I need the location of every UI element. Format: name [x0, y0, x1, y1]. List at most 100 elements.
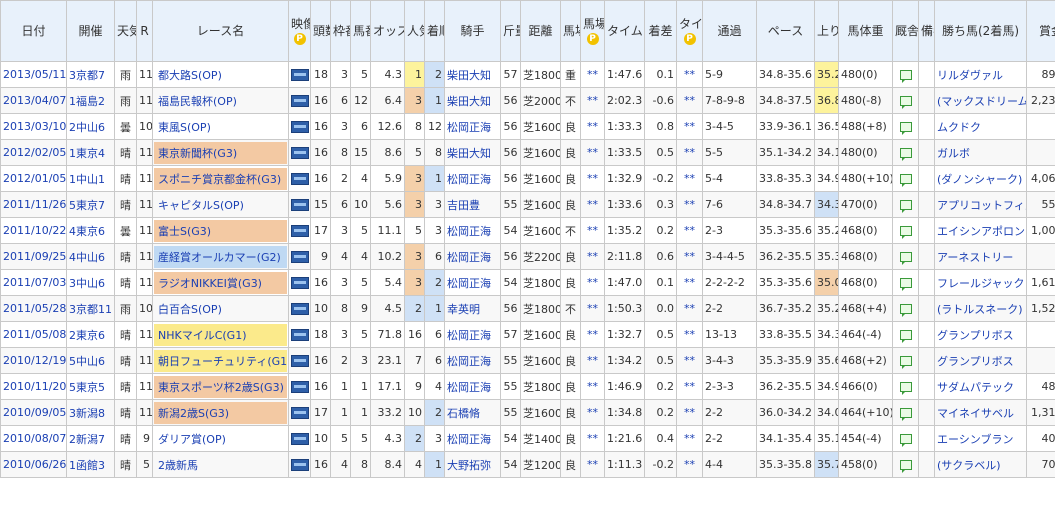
- race-name-link[interactable]: 東京新聞杯(G3): [154, 141, 287, 164]
- date-link[interactable]: 2010/08/07: [3, 432, 66, 445]
- race-name-link[interactable]: 東京スポーツ杯2歳S(G3): [154, 375, 287, 398]
- col-race-no[interactable]: R: [136, 0, 153, 62]
- venue-link[interactable]: 3中山6: [69, 277, 105, 290]
- jockey-link[interactable]: 松岡正海: [447, 381, 491, 394]
- col-pace[interactable]: ペース: [756, 0, 815, 62]
- race-name-link[interactable]: 東風S(OP): [154, 116, 287, 138]
- going-index-cell[interactable]: **: [580, 321, 605, 348]
- race-name-link[interactable]: 新潟2歳S(G3): [154, 401, 287, 424]
- date-link[interactable]: 2011/05/08: [3, 328, 66, 341]
- comment-icon[interactable]: [899, 408, 912, 421]
- comment-icon[interactable]: [899, 304, 912, 317]
- comment-icon[interactable]: [899, 278, 912, 291]
- comment-icon[interactable]: [899, 356, 912, 369]
- race-name-link[interactable]: NHKマイルC(G1): [154, 323, 287, 346]
- col-margin[interactable]: 着差: [644, 0, 677, 62]
- time-index-cell[interactable]: **: [676, 321, 703, 348]
- winner-link[interactable]: マイネイサベル: [937, 407, 1014, 420]
- jockey-link[interactable]: 吉田豊: [447, 199, 480, 212]
- col-winner[interactable]: 勝ち馬(2着馬): [934, 0, 1027, 62]
- going-index-cell[interactable]: **: [580, 399, 605, 426]
- jockey-link[interactable]: 松岡正海: [447, 173, 491, 186]
- winner-link[interactable]: グランプリボス: [937, 329, 1014, 342]
- col-passing[interactable]: 通過: [702, 0, 757, 62]
- winner-link[interactable]: (ダノンシャーク): [937, 173, 1022, 186]
- date-link[interactable]: 2010/12/19: [3, 354, 66, 367]
- date-link[interactable]: 2012/02/05: [3, 146, 66, 159]
- comment-icon[interactable]: [899, 330, 912, 343]
- video-icon[interactable]: [291, 147, 309, 159]
- jockey-link[interactable]: 松岡正海: [447, 433, 491, 446]
- winner-link[interactable]: アーネストリー: [937, 251, 1013, 264]
- date-link[interactable]: 2010/11/20: [3, 380, 66, 393]
- going-index-cell[interactable]: **: [580, 87, 605, 114]
- col-time-index[interactable]: タイム指数P: [676, 0, 703, 62]
- jockey-link[interactable]: 松岡正海: [447, 277, 491, 290]
- winner-link[interactable]: サダムパテック: [937, 381, 1014, 394]
- race-name-link[interactable]: 都大路S(OP): [154, 64, 287, 86]
- venue-link[interactable]: 2東京6: [69, 329, 105, 342]
- comment-icon[interactable]: [899, 226, 912, 239]
- winner-link[interactable]: エーシンブラン: [937, 433, 1013, 446]
- video-icon[interactable]: [291, 173, 309, 185]
- going-index-cell[interactable]: **: [580, 451, 605, 478]
- going-index-cell[interactable]: **: [580, 139, 605, 166]
- going-index-cell[interactable]: **: [580, 295, 605, 322]
- race-name-link[interactable]: 産経賞オールカマー(G2): [154, 245, 287, 268]
- time-index-cell[interactable]: **: [676, 87, 703, 114]
- going-index-cell[interactable]: **: [580, 425, 605, 452]
- col-going-index[interactable]: 馬場指数P: [580, 0, 605, 62]
- col-horse-no[interactable]: 馬番: [350, 0, 371, 62]
- time-index-cell[interactable]: **: [676, 373, 703, 400]
- date-link[interactable]: 2010/09/05: [3, 406, 66, 419]
- col-body-weight[interactable]: 馬体重: [838, 0, 893, 62]
- jockey-link[interactable]: 松岡正海: [447, 121, 491, 134]
- race-name-link[interactable]: 白百合S(OP): [154, 298, 287, 320]
- jockey-link[interactable]: 柴田大知: [447, 147, 491, 160]
- comment-icon[interactable]: [899, 122, 912, 135]
- date-link[interactable]: 2011/09/25: [3, 250, 66, 263]
- col-frame[interactable]: 枠番: [330, 0, 351, 62]
- venue-link[interactable]: 5東京7: [69, 199, 105, 212]
- comment-icon[interactable]: [899, 200, 912, 213]
- winner-link[interactable]: ムクドク: [937, 121, 981, 134]
- col-date[interactable]: 日付: [0, 0, 67, 62]
- venue-link[interactable]: 3京都7: [69, 69, 105, 82]
- comment-icon[interactable]: [899, 460, 912, 473]
- going-index-cell[interactable]: **: [580, 243, 605, 270]
- race-name-link[interactable]: 富士S(G3): [154, 219, 287, 242]
- going-index-cell[interactable]: **: [580, 191, 605, 218]
- jockey-link[interactable]: 松岡正海: [447, 355, 491, 368]
- going-index-cell[interactable]: **: [580, 113, 605, 140]
- winner-link[interactable]: ガルボ: [937, 147, 970, 160]
- time-index-cell[interactable]: **: [676, 425, 703, 452]
- time-index-cell[interactable]: **: [676, 399, 703, 426]
- video-icon[interactable]: [291, 277, 309, 289]
- venue-link[interactable]: 2新潟7: [69, 433, 105, 446]
- col-jockey[interactable]: 騎手: [444, 0, 501, 62]
- time-index-cell[interactable]: **: [676, 243, 703, 270]
- going-index-cell[interactable]: **: [580, 373, 605, 400]
- going-index-cell[interactable]: **: [580, 217, 605, 244]
- venue-link[interactable]: 1函館3: [69, 459, 105, 472]
- jockey-link[interactable]: 柴田大知: [447, 95, 491, 108]
- venue-link[interactable]: 3京都11: [69, 303, 112, 316]
- video-icon[interactable]: [291, 381, 309, 393]
- video-icon[interactable]: [291, 355, 309, 367]
- comment-icon[interactable]: [899, 174, 912, 187]
- video-icon[interactable]: [291, 95, 309, 107]
- time-index-cell[interactable]: **: [676, 165, 703, 192]
- time-index-cell[interactable]: **: [676, 451, 703, 478]
- winner-link[interactable]: エイシンアポロン: [937, 225, 1025, 238]
- race-name-link[interactable]: ラジオNIKKEI賞(G3): [154, 271, 287, 294]
- comment-icon[interactable]: [899, 434, 912, 447]
- race-name-link[interactable]: 朝日フューチュリティ(G1): [154, 349, 288, 372]
- video-icon[interactable]: [291, 69, 309, 81]
- col-video[interactable]: 映像P: [288, 0, 311, 62]
- col-weather[interactable]: 天気: [114, 0, 137, 62]
- time-index-cell[interactable]: **: [676, 113, 703, 140]
- time-index-cell[interactable]: **: [676, 61, 703, 88]
- comment-icon[interactable]: [899, 70, 912, 83]
- jockey-link[interactable]: 石橋脩: [447, 407, 480, 420]
- date-link[interactable]: 2011/07/03: [3, 276, 66, 289]
